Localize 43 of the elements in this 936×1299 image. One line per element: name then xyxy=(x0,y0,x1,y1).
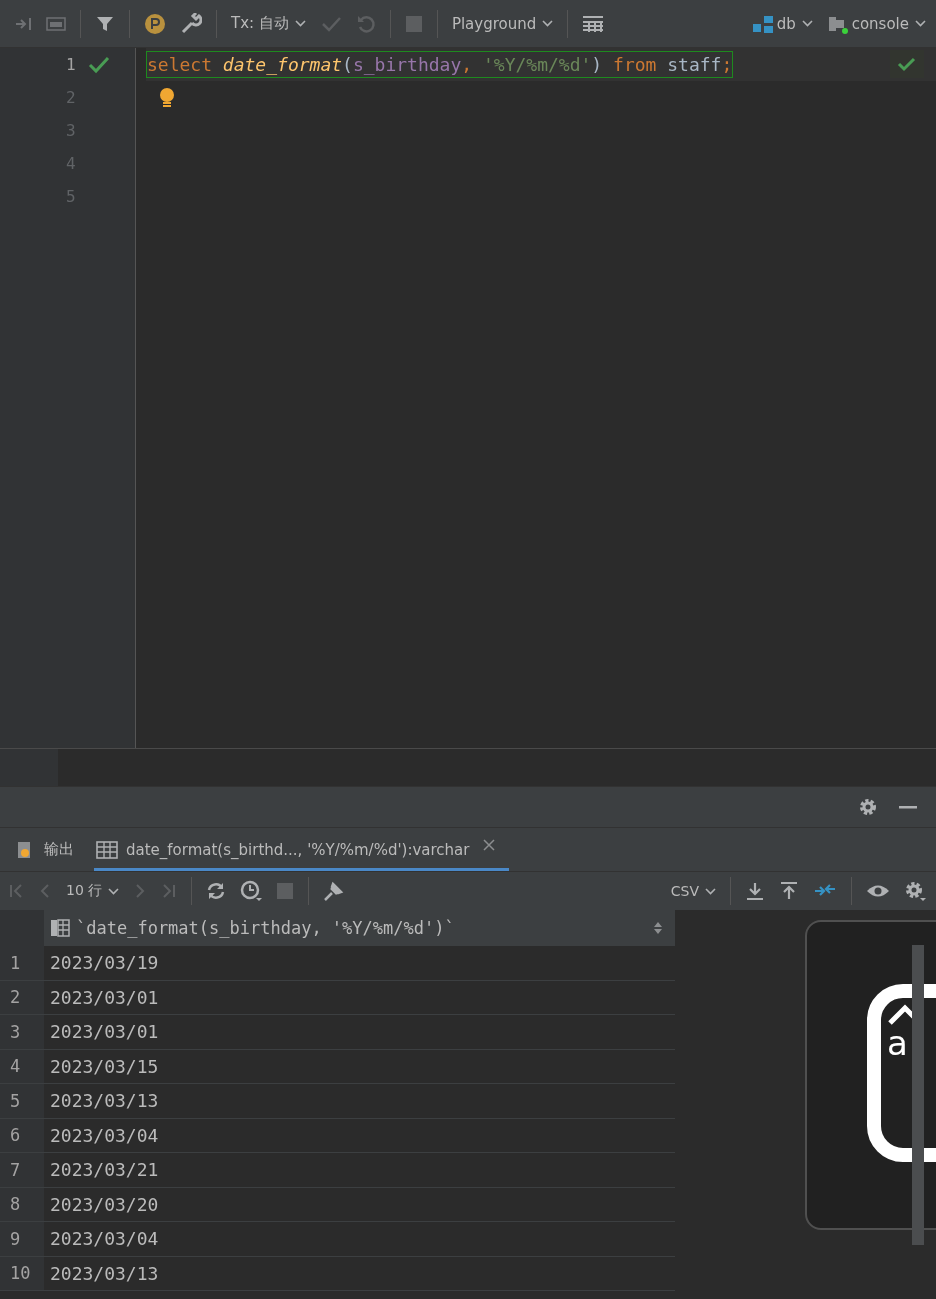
export-format-dropdown[interactable]: CSV xyxy=(670,883,716,899)
download-icon[interactable] xyxy=(745,881,765,901)
p-circle-icon[interactable] xyxy=(144,12,166,35)
database-icon xyxy=(751,13,774,34)
page-size-dropdown[interactable]: 10 行 xyxy=(66,882,120,900)
sort-icon[interactable] xyxy=(653,921,663,935)
row-number: 6 xyxy=(0,1118,44,1152)
caret-down-icon xyxy=(542,20,554,27)
datasource-dropdown[interactable]: db xyxy=(751,13,813,34)
pin-icon[interactable] xyxy=(323,880,346,902)
row-number: 4 xyxy=(0,1049,44,1083)
row-number: 1 xyxy=(0,946,44,980)
row-number: 8 xyxy=(0,1187,44,1221)
key-label: a xyxy=(887,1026,909,1060)
row-number: 3 xyxy=(0,1015,44,1049)
table-icon[interactable] xyxy=(582,13,605,34)
transaction-mode-dropdown[interactable]: Tx: 自动 xyxy=(231,14,306,33)
lightbulb-icon[interactable] xyxy=(158,86,176,109)
ql-icon[interactable] xyxy=(46,14,66,33)
row-number: 2 xyxy=(0,980,44,1014)
row-number: 9 xyxy=(0,1222,44,1256)
result-tab[interactable]: 输出 xyxy=(14,831,88,871)
row-number: 7 xyxy=(0,1153,44,1187)
playground-dropdown[interactable]: Playground xyxy=(451,14,554,33)
caret-down-icon xyxy=(108,887,120,895)
caret-down-icon xyxy=(915,20,926,27)
clock-icon[interactable] xyxy=(240,880,263,902)
wrench-icon[interactable] xyxy=(180,12,202,35)
upload-icon[interactable] xyxy=(779,881,799,901)
close-icon[interactable] xyxy=(483,838,496,851)
scrollbar[interactable] xyxy=(912,945,924,1245)
row-number: 10 xyxy=(0,1256,44,1290)
column-table-icon xyxy=(50,919,70,937)
settings-icon[interactable] xyxy=(904,880,926,902)
refresh-icon[interactable] xyxy=(206,881,227,901)
caret-down-icon xyxy=(294,20,306,27)
row-number: 5 xyxy=(0,1084,44,1118)
line-number: 1 xyxy=(66,55,77,74)
caret-down-icon xyxy=(801,20,813,27)
console-dropdown[interactable]: console xyxy=(826,13,926,34)
settings-icon[interactable] xyxy=(858,797,878,817)
caret-down-icon xyxy=(705,887,716,895)
table-icon xyxy=(96,840,118,859)
